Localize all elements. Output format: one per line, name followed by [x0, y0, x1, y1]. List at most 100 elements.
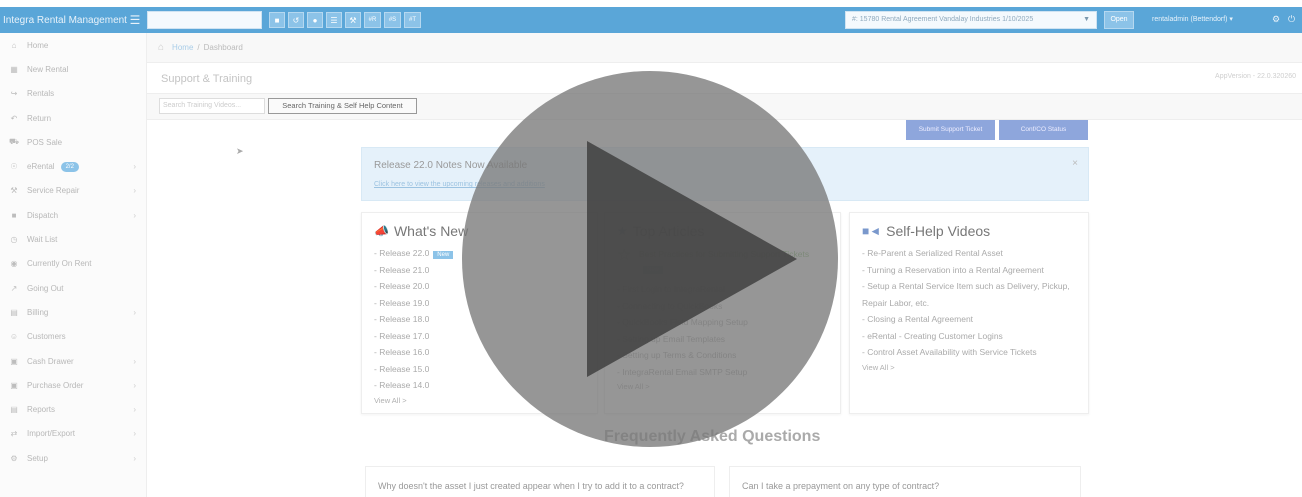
chevron-right-icon: ›	[133, 405, 136, 415]
brand-title[interactable]: Integra Rental Management	[0, 15, 127, 26]
open-contract-button[interactable]: Open	[1104, 11, 1134, 29]
sidebar-item-erental[interactable]: ☉ eRental 2/2 ›	[0, 154, 146, 178]
release-link[interactable]: - Release 15.0	[374, 361, 585, 378]
chevron-down-icon: ▼	[1083, 16, 1090, 23]
quick-t-button[interactable]: #T	[404, 12, 421, 28]
quick-s-button[interactable]: #S	[384, 12, 401, 28]
faq-question-2[interactable]: Can I take a prepayment on any type of c…	[729, 466, 1081, 497]
new-document-icon[interactable]: ■	[269, 12, 285, 28]
star-icon: ★	[617, 224, 628, 238]
sidebar-item-rentals[interactable]: ↪ Rentals	[0, 82, 146, 106]
whats-new-card: 📣 What's New - Release 22.0 New - Release …	[361, 212, 598, 414]
release-link-label: Release 14.0	[379, 380, 430, 390]
global-search-input[interactable]	[147, 11, 262, 29]
sidebar-item-reports[interactable]: ▤ Reports ›	[0, 397, 146, 421]
sidebar-item-setup[interactable]: ⚙ Setup ›	[0, 446, 146, 470]
release-link-label: Release 19.0	[379, 297, 430, 308]
conf-status-button[interactable]: Conf/CO Status	[999, 120, 1088, 140]
power-icon[interactable]: ⏻	[1288, 14, 1295, 25]
video-link[interactable]: - eRental - Creating Customer Logins	[862, 328, 1076, 345]
gear-icon[interactable]: ⚙	[1272, 14, 1280, 25]
release-link[interactable]: - Release 20.0	[374, 278, 585, 295]
sidebar-item-dispatch[interactable]: ■ Dispatch ›	[0, 203, 146, 227]
faq-title: Frequently Asked Questions	[604, 428, 821, 445]
sidebar-item-label: Setup	[27, 453, 48, 463]
release-link-label: Release 21.0	[379, 264, 430, 275]
export-icon: ↗	[10, 283, 18, 293]
article-link[interactable]: - Setting up Email Templates	[617, 331, 828, 348]
rentals-icon: ↪	[10, 89, 18, 99]
truck-icon: ■	[11, 210, 17, 220]
featured-article-label: Best Practices for Submitting Support Ti…	[639, 249, 810, 259]
release-link[interactable]: - Release 18.0	[374, 311, 585, 328]
sidebar-item-return[interactable]: ↶ Return	[0, 106, 146, 130]
article-link-label: QuickBooks Field Mapping Setup	[622, 317, 748, 327]
list-icon[interactable]: ☰	[326, 12, 342, 28]
article-link[interactable]: - Connecting to QuickBooks	[617, 298, 828, 315]
sidebar-item-label: New Rental	[27, 64, 69, 74]
import-export-icon: ⇄	[10, 429, 18, 439]
release-link-label: Release 22.0	[379, 248, 430, 258]
release-link[interactable]: - Release 21.0	[374, 262, 585, 279]
sidebar-item-new-rental[interactable]: ▦ New Rental	[0, 57, 146, 81]
video-link[interactable]: - Closing a Rental Agreement	[862, 311, 1076, 328]
release-link[interactable]: - Release 16.0	[374, 344, 585, 361]
sidebar-item-purchase-order[interactable]: ▣ Purchase Order ›	[0, 373, 146, 397]
release-link[interactable]: - Release 14.0	[374, 377, 585, 394]
article-link[interactable]: - QuickBooks Field Mapping Setup	[617, 314, 828, 331]
release-link[interactable]: - Release 17.0	[374, 328, 585, 345]
globe-icon: ☉	[10, 162, 18, 172]
menu-toggle-icon[interactable]: ☰	[127, 13, 143, 27]
sidebar-item-customers[interactable]: ☺ Customers	[0, 325, 146, 349]
breadcrumb-home-link[interactable]: Home	[172, 43, 193, 52]
release-link[interactable]: - Release 19.0	[374, 295, 585, 312]
purchase-order-icon: ▣	[10, 380, 18, 390]
contract-select[interactable]: #: 15780 Rental Agreement Vandalay Indus…	[845, 11, 1097, 29]
sidebar-item-label: Rentals	[27, 89, 55, 99]
sidebar-item-pos-sale[interactable]: ⛟ POS Sale	[0, 130, 146, 154]
sidebar-item-currently-on-rent[interactable]: ◉ Currently On Rent	[0, 252, 146, 276]
wrench-icon[interactable]: ⚒	[345, 12, 361, 28]
release-notes-link[interactable]: Click here to view the upcoming releases…	[374, 181, 545, 188]
close-icon[interactable]: ×	[1072, 158, 1078, 169]
release-link[interactable]: - Release 22.0 New	[374, 245, 585, 262]
sidebar-item-label: Return	[27, 113, 52, 123]
article-link[interactable]: - Setting up Terms & Conditions	[617, 347, 828, 364]
chevron-right-icon: ›	[133, 453, 136, 463]
user-menu[interactable]: rentaladmin (Bettendorf) ▾	[1152, 15, 1233, 23]
quick-r-button[interactable]: #R	[364, 12, 381, 28]
top-articles-card: ★ Top Articles ☆ Best Practices for Subm…	[604, 212, 841, 414]
video-link[interactable]: - Control Asset Availability with Servic…	[862, 344, 1076, 361]
breadcrumb: ⌂ Home / Dashboard	[147, 33, 1302, 63]
sidebar-item-label: Billing	[27, 307, 49, 317]
sidebar-item-import-export[interactable]: ⇄ Import/Export ›	[0, 422, 146, 446]
training-search-input[interactable]: Search Training Videos...	[159, 98, 265, 114]
whats-new-view-all-link[interactable]: View All >	[374, 396, 585, 405]
submit-support-ticket-button[interactable]: Submit Support Ticket	[906, 120, 995, 140]
article-link-label: IntegraRental Email SMTP Setup	[622, 366, 748, 377]
video-link[interactable]: - Setup a Rental Service Item such as De…	[862, 278, 1076, 311]
top-articles-list: - First Login to IntegraRental - Connecti…	[617, 281, 828, 380]
video-link[interactable]: - Turning a Reservation into a Rental Ag…	[862, 262, 1076, 279]
sidebar-item-billing[interactable]: ▤ Billing ›	[0, 300, 146, 324]
return-icon[interactable]: ↺	[288, 12, 304, 28]
sidebar-item-going-out[interactable]: ↗ Going Out	[0, 276, 146, 300]
sidebar-item-wait-list[interactable]: ◷ Wait List	[0, 227, 146, 251]
video-link-label: Turning a Reservation into a Rental Agre…	[867, 264, 1044, 275]
sidebar-item-home[interactable]: ⌂ Home	[0, 33, 146, 57]
sidebar-item-cash-drawer[interactable]: ▣ Cash Drawer ›	[0, 349, 146, 373]
top-articles-view-all-link[interactable]: View All >	[617, 382, 828, 391]
customer-icon[interactable]: ●	[307, 12, 323, 28]
sidebar-item-label: Cash Drawer	[27, 356, 74, 366]
featured-article-link[interactable]: ☆ Best Practices for Submitting Support …	[617, 245, 828, 281]
sidebar-item-label: POS Sale	[27, 137, 63, 147]
sidebar-item-label: Service Repair	[27, 186, 80, 196]
faq-question-1[interactable]: Why doesn't the asset I just created app…	[365, 466, 715, 497]
sidebar-item-service-repair[interactable]: ⚒ Service Repair ›	[0, 179, 146, 203]
article-link[interactable]: - First Login to IntegraRental	[617, 281, 828, 298]
video-link[interactable]: - Re-Parent a Serialized Rental Asset	[862, 245, 1076, 262]
article-link[interactable]: - IntegraRental Email SMTP Setup	[617, 364, 828, 381]
home-icon[interactable]: ⌂	[158, 42, 164, 53]
search-training-button[interactable]: Search Training & Self Help Content	[268, 98, 417, 114]
videos-view-all-link[interactable]: View All >	[862, 363, 1076, 372]
